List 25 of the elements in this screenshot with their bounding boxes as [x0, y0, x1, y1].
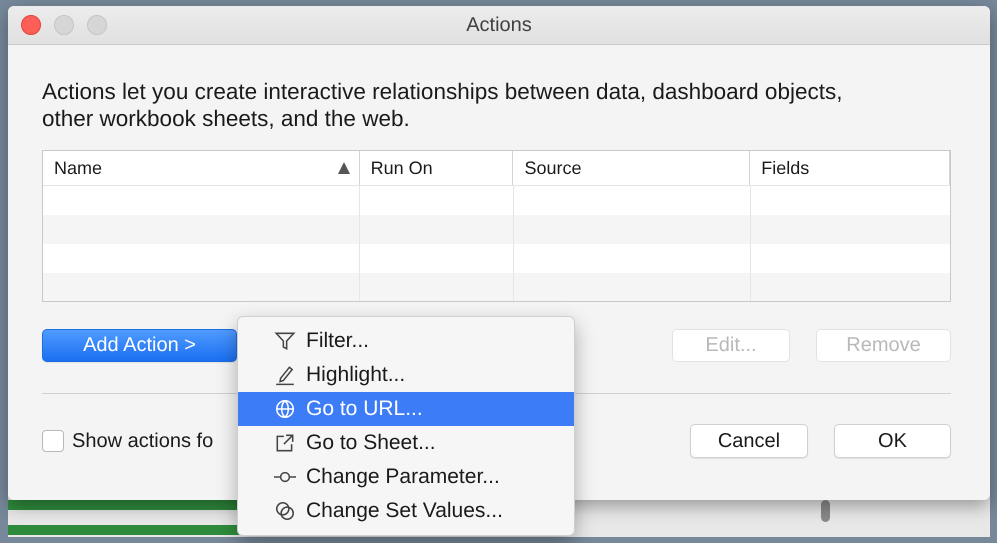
- ok-button[interactable]: OK: [834, 424, 951, 458]
- scrollbar-thumb: [821, 500, 830, 522]
- menu-item[interactable]: Change Parameter...: [238, 460, 574, 494]
- show-actions-checkbox[interactable]: Show actions fo: [42, 430, 214, 452]
- column-header[interactable]: Name: [43, 151, 360, 185]
- globe-icon: [274, 398, 296, 420]
- external-link-icon: [274, 432, 296, 454]
- menu-item[interactable]: Filter...: [238, 324, 574, 358]
- description-text: Actions let you create interactive relationships between data, dashboard objects, other workbook sheets, and the web.: [42, 78, 844, 132]
- zoom-button[interactable]: [87, 15, 107, 35]
- minimize-button[interactable]: [54, 15, 74, 35]
- column-header[interactable]: Source: [513, 151, 750, 185]
- menu-item[interactable]: Go to Sheet...: [238, 426, 574, 460]
- window-title: Actions: [466, 14, 532, 36]
- add-action-button[interactable]: Add Action >: [42, 329, 237, 362]
- funnel-icon: [274, 330, 296, 352]
- menu-item[interactable]: Highlight...: [238, 358, 574, 392]
- close-button[interactable]: [21, 15, 41, 35]
- cancel-button[interactable]: Cancel: [690, 424, 808, 458]
- menu-item[interactable]: Go to URL...: [238, 392, 574, 426]
- column-header[interactable]: Run On: [360, 151, 514, 185]
- checkbox[interactable]: [42, 430, 64, 452]
- pencil-icon: [274, 364, 296, 386]
- overlapping-circles-icon: [274, 500, 296, 522]
- column-header[interactable]: Fields: [750, 151, 950, 185]
